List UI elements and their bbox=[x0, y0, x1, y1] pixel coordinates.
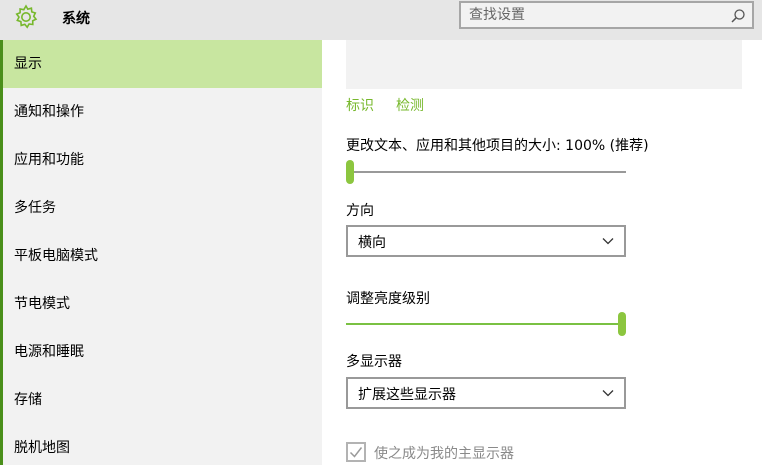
scale-slider-thumb[interactable] bbox=[346, 160, 354, 184]
sidebar-item-label: 存储 bbox=[14, 392, 42, 408]
chevron-down-icon bbox=[602, 238, 614, 245]
sidebar-item-label: 电源和睡眠 bbox=[14, 344, 84, 360]
display-preview bbox=[346, 40, 742, 89]
detect-link[interactable]: 检测 bbox=[396, 95, 424, 115]
sidebar: 显示 通知和操作 应用和功能 多任务 平板电脑模式 节电模式 电源和睡眠 存储 … bbox=[0, 40, 322, 465]
multi-display-value: 扩展这些显示器 bbox=[358, 387, 456, 403]
main-display-checkbox[interactable] bbox=[346, 442, 366, 462]
gear-icon bbox=[15, 4, 38, 29]
checkmark-icon bbox=[349, 447, 363, 458]
sidebar-item-label: 节电模式 bbox=[14, 296, 70, 312]
sidebar-item-display[interactable]: 显示 bbox=[0, 40, 322, 88]
search-box[interactable] bbox=[459, 1, 754, 29]
scale-label: 更改文本、应用和其他项目的大小: 100% (推荐) bbox=[346, 138, 649, 154]
scale-slider-track[interactable] bbox=[346, 171, 626, 173]
brightness-slider-fill[interactable] bbox=[346, 323, 622, 325]
brightness-slider-thumb[interactable] bbox=[618, 312, 626, 336]
chevron-down-icon bbox=[602, 390, 614, 397]
sidebar-item-label: 应用和功能 bbox=[14, 152, 84, 168]
sidebar-item-label: 脱机地图 bbox=[14, 440, 70, 456]
multi-display-label: 多显示器 bbox=[346, 354, 402, 370]
orientation-dropdown[interactable]: 横向 bbox=[346, 225, 626, 257]
sidebar-item-label: 平板电脑模式 bbox=[14, 248, 98, 264]
sidebar-item-apps[interactable]: 应用和功能 bbox=[0, 136, 322, 184]
sidebar-item-label: 多任务 bbox=[14, 200, 56, 216]
sidebar-item-power-sleep[interactable]: 电源和睡眠 bbox=[0, 328, 322, 376]
identify-link[interactable]: 标识 bbox=[346, 95, 374, 115]
sidebar-edge bbox=[0, 40, 3, 465]
sidebar-item-battery-saver[interactable]: 节电模式 bbox=[0, 280, 322, 328]
main-display-checkbox-label: 使之成为我的主显示器 bbox=[374, 446, 514, 462]
search-input[interactable] bbox=[469, 5, 719, 25]
brightness-label: 调整亮度级别 bbox=[346, 291, 430, 307]
sidebar-item-tablet-mode[interactable]: 平板电脑模式 bbox=[0, 232, 322, 280]
orientation-value: 横向 bbox=[358, 235, 386, 251]
sidebar-item-label: 通知和操作 bbox=[14, 104, 84, 120]
sidebar-item-multitasking[interactable]: 多任务 bbox=[0, 184, 322, 232]
display-settings-panel: 标识 检测 更改文本、应用和其他项目的大小: 100% (推荐) 方向 横向 调… bbox=[322, 40, 762, 465]
sidebar-item-label: 显示 bbox=[14, 56, 42, 72]
multi-display-dropdown[interactable]: 扩展这些显示器 bbox=[346, 377, 626, 409]
search-icon[interactable] bbox=[730, 8, 746, 24]
page-title: 系统 bbox=[62, 11, 90, 27]
orientation-label: 方向 bbox=[346, 203, 374, 219]
sidebar-item-storage[interactable]: 存储 bbox=[0, 376, 322, 424]
title-bar: 系统 bbox=[0, 0, 762, 40]
sidebar-item-notifications[interactable]: 通知和操作 bbox=[0, 88, 322, 136]
